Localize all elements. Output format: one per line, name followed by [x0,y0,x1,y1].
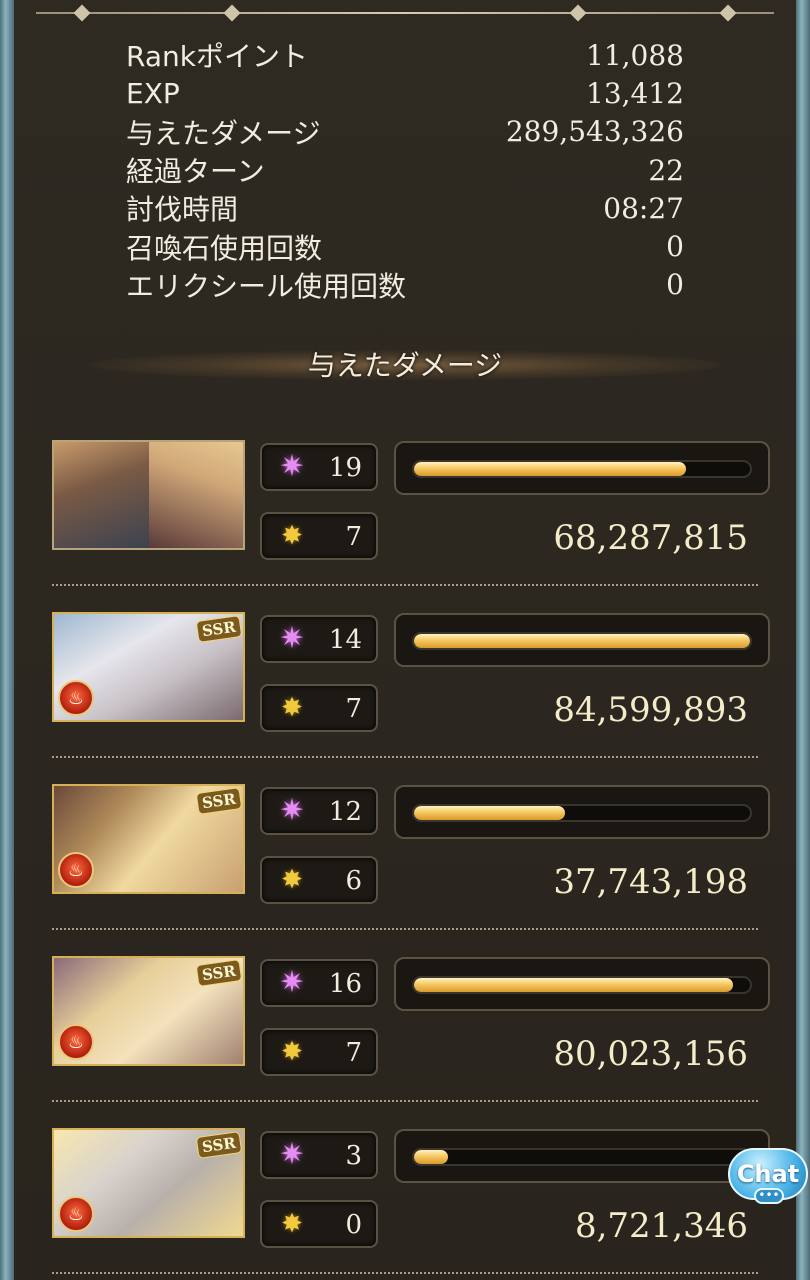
damage-bar [394,613,770,667]
damage-bar-fill [414,978,734,992]
battle-stats: Rankポイント 11,088 EXP 13,412 与えたダメージ 289,5… [126,36,684,304]
damage-value: 80,023,156 [553,1034,748,1074]
character-portrait[interactable]: SSR ♨ [52,1128,245,1238]
ougi-count: 6 [345,866,362,896]
ougi-count-box: ✸ 6 [260,856,378,904]
stat-label: EXP [126,76,180,110]
stat-label: 討伐時間 [126,193,239,227]
stat-value: 289,543,326 [505,115,684,149]
sparkle-icon: ✷ [279,965,305,1000]
stat-label: 召喚石使用回数 [126,231,323,265]
right-frame-border [796,0,810,1280]
skill-count: 3 [345,1141,362,1171]
stat-label: エリクシール使用回数 [126,269,407,303]
skill-count: 19 [328,453,362,483]
stat-total-damage: 与えたダメージ 289,543,326 [126,113,684,151]
skill-count: 16 [328,969,362,999]
sparkle-icon: ✷ [279,1137,305,1172]
character-row: SSR ♨ ✷ 16 ✸ 7 80,023,156 [52,956,770,1088]
ougi-count: 7 [345,522,362,552]
stat-value: 11,088 [586,38,684,72]
damage-bar [394,1129,770,1183]
skill-count-box: ✷ 12 [260,787,378,835]
damage-bar-fill [414,634,750,648]
sparkle-icon: ✷ [279,449,305,484]
skill-count-box: ✷ 19 [260,443,378,491]
damage-value: 37,743,198 [553,862,748,902]
ougi-count: 7 [345,694,362,724]
ougi-count: 7 [345,1038,362,1068]
stat-label: 与えたダメージ [126,116,321,150]
stat-time: 討伐時間 08:27 [126,189,684,227]
damage-bar-fill [414,462,687,476]
ougi-burst-icon: ✸ [281,521,303,551]
ougi-count-box: ✸ 7 [260,684,378,732]
chat-label: Chat [736,1160,800,1188]
row-divider [52,756,758,758]
ougi-burst-icon: ✸ [281,693,303,723]
ougi-burst-icon: ✸ [281,865,303,895]
character-portrait[interactable]: SSR ♨ [52,784,245,894]
left-frame-border [0,0,14,1280]
row-divider [52,928,758,930]
damage-section-header: 与えたダメージ [90,340,720,388]
damage-bar [394,957,770,1011]
ougi-count-box: ✸ 7 [260,512,378,560]
stat-value: 08:27 [603,191,684,225]
stat-value: 22 [648,153,684,187]
stat-label: 経過ターン [126,155,265,189]
stat-exp: EXP 13,412 [126,74,684,112]
character-row: SSR ♨ ✷ 12 ✸ 6 37,743,198 [52,784,770,916]
sparkle-icon: ✷ [279,793,305,828]
character-row: SSR ♨ ✷ 14 ✸ 7 84,599,893 [52,612,770,744]
row-divider [52,1100,758,1102]
character-row: SSR ♨ ✷ 3 ✸ 0 8,721,346 [52,1128,770,1260]
skill-count-box: ✷ 16 [260,959,378,1007]
stat-elixir-uses: エリクシール使用回数 0 [126,266,684,304]
skill-count-box: ✷ 3 [260,1131,378,1179]
chat-dots-icon: ••• [754,1188,784,1204]
skill-count: 12 [328,797,362,827]
fire-element-icon: ♨ [58,1196,94,1232]
character-portrait[interactable]: SSR ♨ [52,956,245,1066]
ougi-burst-icon: ✸ [281,1037,303,1067]
damage-value: 8,721,346 [574,1206,748,1246]
ougi-count: 0 [345,1210,362,1240]
chat-button[interactable]: Chat ••• [728,1148,810,1212]
player-duo-portrait[interactable] [52,440,245,550]
fire-element-icon: ♨ [58,1024,94,1060]
section-title: 与えたダメージ [307,349,503,382]
fire-element-icon: ♨ [58,680,94,716]
stat-summon-uses: 召喚石使用回数 0 [126,227,684,265]
sparkle-icon: ✷ [279,621,305,656]
damage-bar [394,785,770,839]
ougi-count-box: ✸ 0 [260,1200,378,1248]
damage-bar-fill [414,806,566,820]
ougi-burst-icon: ✸ [281,1209,303,1239]
stat-value: 0 [666,230,684,264]
stat-turns: 経過ターン 22 [126,151,684,189]
character-portrait[interactable]: SSR ♨ [52,612,245,722]
stat-label: Rankポイント [126,40,308,74]
top-ornament [36,4,774,22]
stat-value: 13,412 [586,76,684,110]
stat-value: 0 [666,268,684,302]
damage-bar [394,441,770,495]
damage-bar-fill [414,1150,448,1164]
ougi-count-box: ✸ 7 [260,1028,378,1076]
stat-rank-points: Rankポイント 11,088 [126,36,684,74]
row-divider [52,1272,758,1274]
row-divider [52,584,758,586]
fire-element-icon: ♨ [58,852,94,888]
skill-count: 14 [328,625,362,655]
character-row: ✷ 19 ✸ 7 68,287,815 [52,440,770,572]
damage-value: 84,599,893 [553,690,748,730]
skill-count-box: ✷ 14 [260,615,378,663]
damage-value: 68,287,815 [553,518,748,558]
